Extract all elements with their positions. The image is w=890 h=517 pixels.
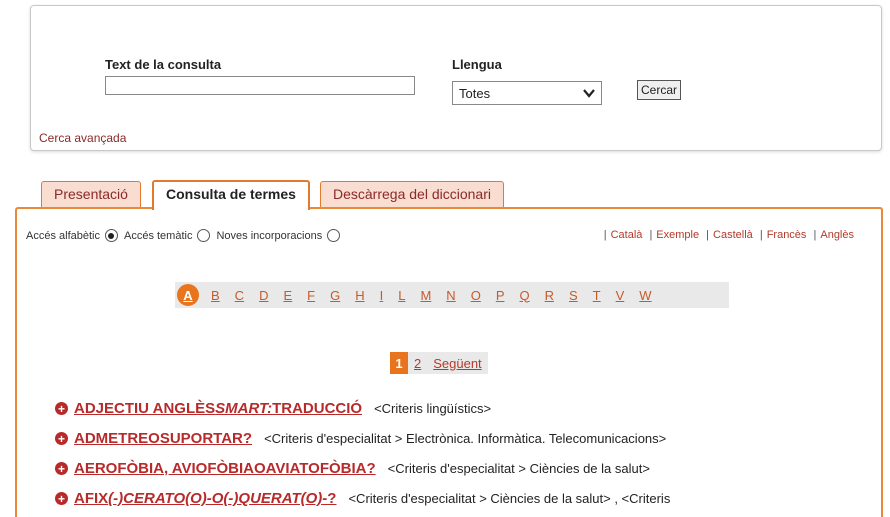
letter-s[interactable]: S <box>569 288 578 303</box>
result-row[interactable]: + ADMETREOSUPORTAR? <Criteris d'especialit… <box>55 430 666 447</box>
term-part: AFIX <box>74 490 109 507</box>
pagination: 1 2 Següent <box>390 352 488 374</box>
expand-plus-icon[interactable]: + <box>55 402 68 415</box>
query-input[interactable] <box>105 76 415 95</box>
alphabet-bar: ABCDEFGH ILMN OPQ RSTVW <box>175 282 729 308</box>
term-part: ADMETREOSUPORTAR? <box>74 430 253 447</box>
letter-g[interactable]: G <box>330 288 340 303</box>
lang-exemple[interactable]: Exemple <box>656 229 699 241</box>
advanced-search-link[interactable]: Cerca avançada <box>39 131 126 145</box>
tab-presentacio[interactable]: Presentació <box>41 181 141 209</box>
mode-new[interactable]: Noves incorporacions <box>216 229 341 242</box>
result-category: <Criteris d'especialitat > Ciències de l… <box>387 461 650 476</box>
separator: | <box>759 229 763 241</box>
page-2-link[interactable]: 2 <box>414 356 421 371</box>
separator: | <box>813 229 817 241</box>
expand-plus-icon[interactable]: + <box>55 492 68 505</box>
letter-e[interactable]: E <box>283 288 292 303</box>
result-term-link[interactable]: AFIX(-)CERATO(O)-O(-)QUERAT(O)-? <box>74 490 336 507</box>
mode-thematic-label: Accés temàtic <box>123 229 193 242</box>
letter-t[interactable]: T <box>593 288 601 303</box>
language-filter: | Català | Exemple | Castellà | Francès | Ang… <box>600 229 854 241</box>
result-row[interactable]: + AEROFÒBIA, AVIOFÒBIAOAVIATOFÒBIA? <Crite… <box>55 460 650 477</box>
lang-angles[interactable]: Anglès <box>820 229 854 241</box>
tab-consulta-termes[interactable]: Consulta de termes <box>152 180 310 210</box>
radio-alphabetic[interactable] <box>104 229 118 242</box>
expand-plus-icon[interactable]: + <box>55 432 68 445</box>
letter-p[interactable]: P <box>496 288 505 303</box>
letter-m[interactable]: M <box>420 288 431 303</box>
letter-r[interactable]: R <box>545 288 554 303</box>
language-selected-value: Totes <box>459 86 491 101</box>
next-page-link[interactable]: Següent <box>433 356 481 371</box>
lang-frances[interactable]: Francès <box>767 229 807 241</box>
letter-d[interactable]: D <box>259 288 268 303</box>
radio-thematic[interactable] <box>197 229 211 242</box>
search-button[interactable]: Cercar <box>637 80 682 100</box>
term-part: SMART: <box>215 400 273 417</box>
term-part: AEROFÒBIA, AVIOFÒBIAOAVIATOFÒBIA? <box>74 460 376 477</box>
language-select[interactable]: Totes <box>452 81 602 105</box>
result-category: <Criteris d'especialitat > Ciències de l… <box>348 491 671 506</box>
result-category: <Criteris lingüístics> <box>374 401 492 416</box>
separator: | <box>706 229 710 241</box>
term-part: -? <box>322 490 337 507</box>
separator: | <box>603 229 607 241</box>
letter-i[interactable]: I <box>380 288 384 303</box>
result-row[interactable]: + AFIX(-)CERATO(O)-O(-)QUERAT(O)-? <Criter… <box>55 490 670 507</box>
letter-o[interactable]: O <box>471 288 481 303</box>
result-row[interactable]: + ADJECTIU ANGLÈSSMART:TRADUCCIÓ <Criteris… <box>55 400 491 417</box>
letter-v[interactable]: V <box>616 288 625 303</box>
term-part: ADJECTIU ANGLÈS <box>74 400 216 417</box>
term-part: TRADUCCIÓ <box>272 400 363 417</box>
search-panel: Text de la consulta Llengua Totes Cercar… <box>30 5 882 151</box>
letter-n[interactable]: N <box>446 288 455 303</box>
page-current[interactable]: 1 <box>390 352 408 374</box>
letter-c[interactable]: C <box>235 288 244 303</box>
chevron-down-icon <box>583 89 595 98</box>
result-term-link[interactable]: ADMETREOSUPORTAR? <box>74 430 252 447</box>
expand-plus-icon[interactable]: + <box>55 462 68 475</box>
query-label: Text de la consulta <box>105 57 222 72</box>
result-term-link[interactable]: ADJECTIU ANGLÈSSMART:TRADUCCIÓ <box>74 400 362 417</box>
language-label: Llengua <box>452 57 502 72</box>
letter-a[interactable]: A <box>177 284 199 306</box>
mode-thematic[interactable]: Accés temàtic <box>123 229 211 242</box>
lang-castella[interactable]: Castellà <box>713 229 753 241</box>
mode-alphabetic[interactable]: Accés alfabètic <box>26 229 118 242</box>
tab-descarrega[interactable]: Descàrrega del diccionari <box>320 181 504 209</box>
letter-f[interactable]: F <box>307 288 315 303</box>
letter-w[interactable]: W <box>639 288 651 303</box>
access-modes: Accés alfabètic Accés temàtic Noves inco… <box>26 229 346 242</box>
separator: | <box>649 229 653 241</box>
term-part: (-)CERATO(O)-O(-)QUERAT(O) <box>108 490 323 507</box>
radio-new[interactable] <box>327 229 341 242</box>
letter-b[interactable]: B <box>211 288 220 303</box>
letter-h[interactable]: H <box>355 288 364 303</box>
letter-q[interactable]: Q <box>519 288 529 303</box>
result-term-link[interactable]: AEROFÒBIA, AVIOFÒBIAOAVIATOFÒBIA? <box>74 460 376 477</box>
mode-alphabetic-label: Accés alfabètic <box>26 229 100 242</box>
letter-l[interactable]: L <box>398 288 405 303</box>
mode-new-label: Noves incorporacions <box>216 229 323 242</box>
result-category: <Criteris d'especialitat > Electrònica. … <box>264 431 667 446</box>
lang-catala[interactable]: Català <box>611 229 643 241</box>
